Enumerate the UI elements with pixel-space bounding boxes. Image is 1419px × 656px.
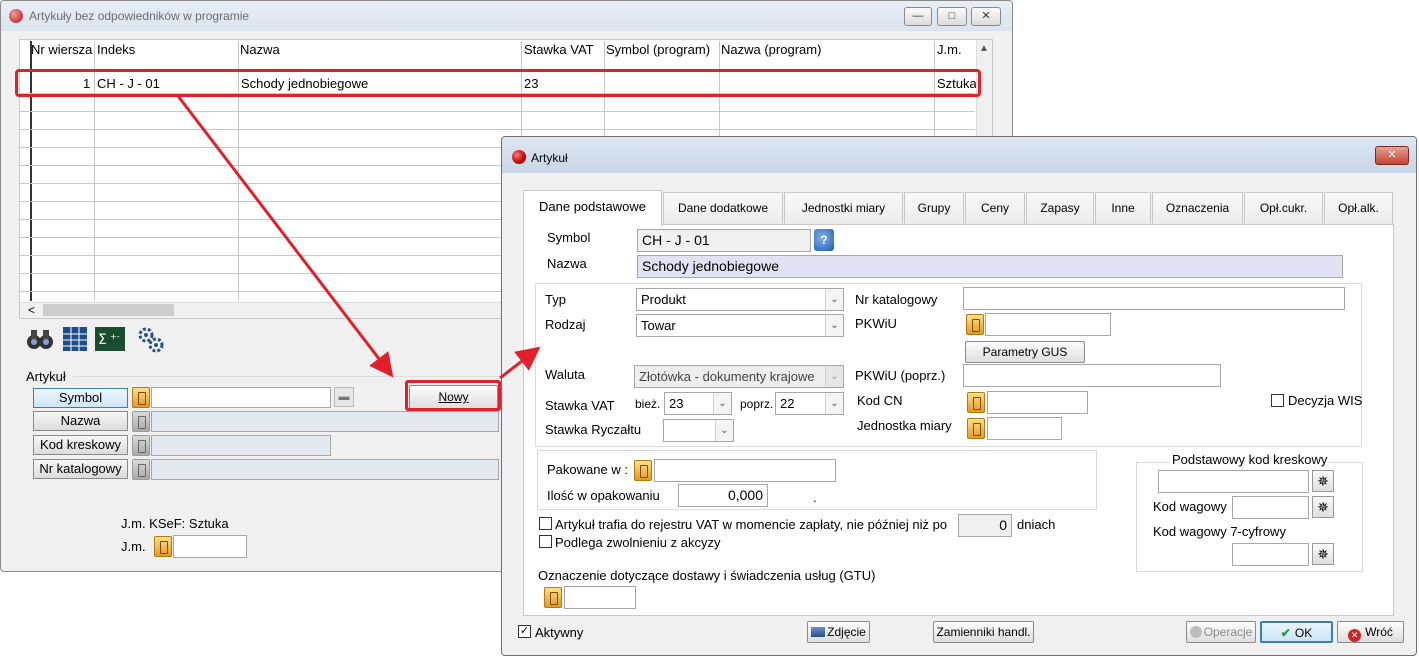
annotation-arrows [176,95,541,380]
